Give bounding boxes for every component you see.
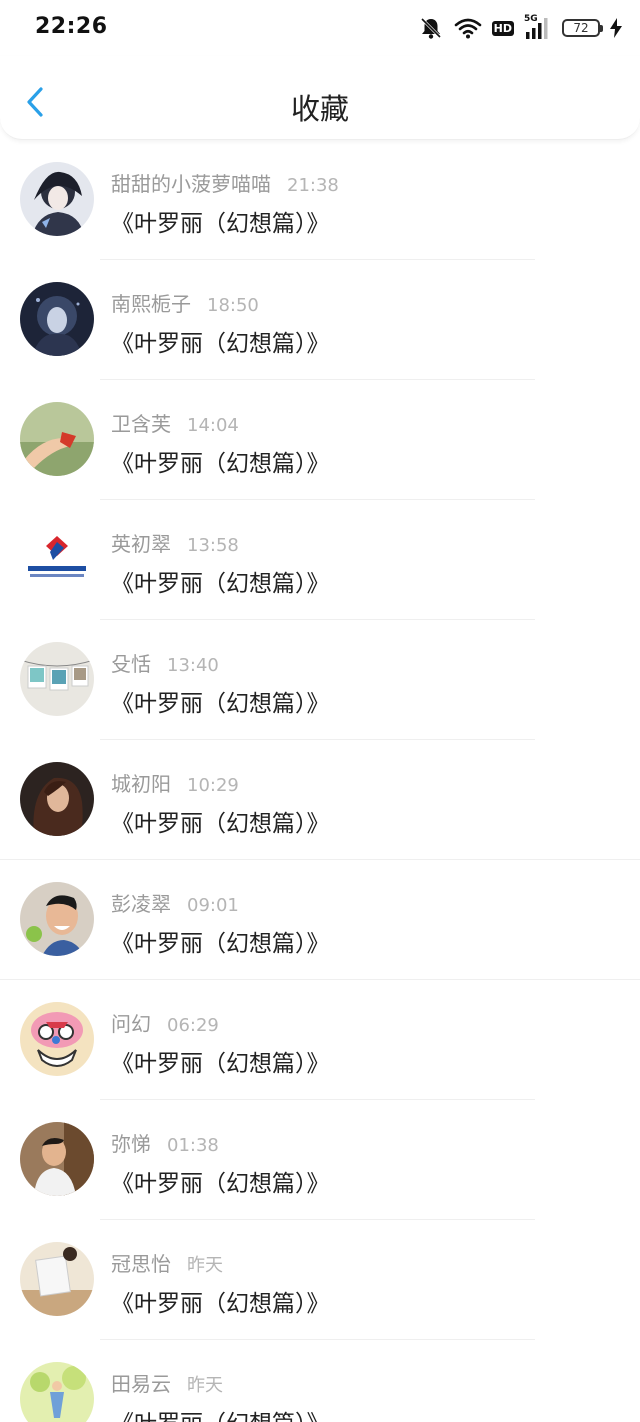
timestamp: 01:38 bbox=[167, 1135, 219, 1156]
item-content[interactable]: 《叶罗丽（幻想篇）》 bbox=[111, 684, 330, 718]
item-meta: 南熙栀子 18:50 bbox=[111, 288, 259, 317]
timestamp: 18:50 bbox=[207, 295, 259, 316]
item-meta: 英初翠 13:58 bbox=[111, 528, 239, 557]
user-name[interactable]: 英初翠 bbox=[111, 528, 171, 557]
status-bar: 22:26 HD 5G 72 bbox=[0, 0, 640, 56]
hd-badge: HD bbox=[491, 20, 514, 36]
status-time: 22:26 bbox=[35, 14, 108, 39]
item-content[interactable]: 《叶罗丽（幻想篇）》 bbox=[111, 564, 330, 598]
list-item[interactable]: 问幻 06:29 《叶罗丽（幻想篇）》 bbox=[0, 980, 640, 1100]
avatar[interactable] bbox=[20, 762, 94, 836]
timestamp: 14:04 bbox=[187, 415, 239, 436]
list-item[interactable]: 彭凌翠 09:01 《叶罗丽（幻想篇）》 bbox=[0, 860, 640, 980]
item-content[interactable]: 《叶罗丽（幻想篇）》 bbox=[111, 804, 330, 838]
item-content[interactable]: 《叶罗丽（幻想篇）》 bbox=[111, 444, 330, 478]
avatar[interactable] bbox=[20, 1362, 94, 1422]
timestamp: 13:40 bbox=[167, 655, 219, 676]
item-content[interactable]: 《叶罗丽（幻想篇）》 bbox=[111, 1164, 330, 1198]
avatar[interactable] bbox=[20, 402, 94, 476]
list-item[interactable]: 英初翠 13:58 《叶罗丽（幻想篇）》 bbox=[0, 500, 640, 620]
avatar[interactable] bbox=[20, 522, 94, 596]
item-meta: 卫含芙 14:04 bbox=[111, 408, 239, 437]
item-content[interactable]: 《叶罗丽（幻想篇）》 bbox=[111, 924, 330, 958]
bell-off-icon bbox=[418, 16, 444, 40]
list-item[interactable]: 殳恬 13:40 《叶罗丽（幻想篇）》 bbox=[0, 620, 640, 740]
status-icons: HD 5G 72 bbox=[418, 14, 622, 42]
item-meta: 田易云 昨天 bbox=[111, 1368, 223, 1397]
timestamp: 10:29 bbox=[187, 775, 239, 796]
timestamp: 06:29 bbox=[167, 1015, 219, 1036]
list-item[interactable]: 卫含芙 14:04 《叶罗丽（幻想篇）》 bbox=[0, 380, 640, 500]
item-content[interactable]: 《叶罗丽（幻想篇）》 bbox=[111, 324, 330, 358]
list-item[interactable]: 田易云 昨天 《叶罗丽（幻想篇）》 bbox=[0, 1340, 640, 1422]
user-name[interactable]: 殳恬 bbox=[111, 648, 151, 677]
user-name[interactable]: 弥悌 bbox=[111, 1128, 151, 1157]
wifi-icon bbox=[454, 17, 482, 39]
user-name[interactable]: 南熙栀子 bbox=[111, 288, 191, 317]
battery-indicator: 72 bbox=[562, 19, 603, 37]
favorites-list: 甜甜的小菠萝喵喵 21:38 《叶罗丽（幻想篇）》 南熙栀子 18:50 《叶罗… bbox=[0, 140, 640, 1422]
lightning-icon bbox=[610, 18, 622, 38]
timestamp: 昨天 bbox=[187, 1375, 223, 1396]
item-content[interactable]: 《叶罗丽（幻想篇）》 bbox=[111, 1404, 330, 1422]
item-meta: 问幻 06:29 bbox=[111, 1008, 219, 1037]
list-item[interactable]: 南熙栀子 18:50 《叶罗丽（幻想篇）》 bbox=[0, 260, 640, 380]
avatar[interactable] bbox=[20, 282, 94, 356]
item-meta: 冠思怡 昨天 bbox=[111, 1248, 223, 1277]
nav-header: 收藏 bbox=[0, 56, 640, 140]
cell-signal-icon: 5G bbox=[524, 14, 552, 40]
avatar[interactable] bbox=[20, 1122, 94, 1196]
item-meta: 彭凌翠 09:01 bbox=[111, 888, 239, 917]
avatar[interactable] bbox=[20, 882, 94, 956]
avatar[interactable] bbox=[20, 1002, 94, 1076]
item-meta: 甜甜的小菠萝喵喵 21:38 bbox=[111, 168, 339, 197]
user-name[interactable]: 冠思怡 bbox=[111, 1248, 171, 1277]
item-meta: 弥悌 01:38 bbox=[111, 1128, 219, 1157]
item-content[interactable]: 《叶罗丽（幻想篇）》 bbox=[111, 1044, 330, 1078]
timestamp: 13:58 bbox=[187, 535, 239, 556]
item-content[interactable]: 《叶罗丽（幻想篇）》 bbox=[111, 1284, 330, 1318]
timestamp: 21:38 bbox=[287, 175, 339, 196]
list-item[interactable]: 城初阳 10:29 《叶罗丽（幻想篇）》 bbox=[0, 740, 640, 860]
user-name[interactable]: 卫含芙 bbox=[111, 408, 171, 437]
user-name[interactable]: 甜甜的小菠萝喵喵 bbox=[111, 168, 271, 197]
user-name[interactable]: 彭凌翠 bbox=[111, 888, 171, 917]
item-meta: 殳恬 13:40 bbox=[111, 648, 219, 677]
list-item[interactable]: 弥悌 01:38 《叶罗丽（幻想篇）》 bbox=[0, 1100, 640, 1220]
item-content[interactable]: 《叶罗丽（幻想篇）》 bbox=[111, 204, 330, 238]
list-item[interactable]: 冠思怡 昨天 《叶罗丽（幻想篇）》 bbox=[0, 1220, 640, 1340]
avatar[interactable] bbox=[20, 162, 94, 236]
timestamp: 昨天 bbox=[187, 1255, 223, 1276]
list-item[interactable]: 甜甜的小菠萝喵喵 21:38 《叶罗丽（幻想篇）》 bbox=[0, 140, 640, 260]
user-name[interactable]: 田易云 bbox=[111, 1368, 171, 1397]
page-title: 收藏 bbox=[290, 92, 349, 126]
user-name[interactable]: 城初阳 bbox=[111, 768, 171, 797]
item-meta: 城初阳 10:29 bbox=[111, 768, 239, 797]
avatar[interactable] bbox=[20, 642, 94, 716]
timestamp: 09:01 bbox=[187, 895, 239, 916]
avatar[interactable] bbox=[20, 1242, 94, 1316]
user-name[interactable]: 问幻 bbox=[111, 1008, 151, 1037]
